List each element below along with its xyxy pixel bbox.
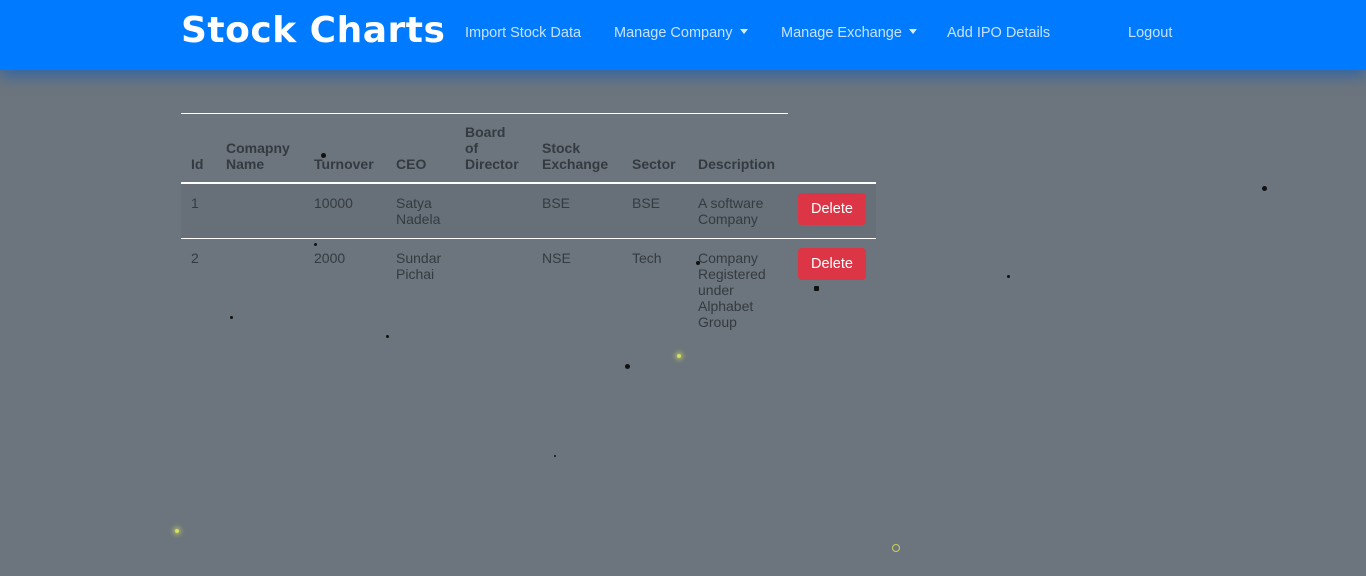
cell-turnover: 10000 xyxy=(304,182,386,239)
background-particle xyxy=(314,243,317,246)
nav-manage-company[interactable]: Manage Company xyxy=(614,24,748,42)
col-header-id: Id xyxy=(181,113,216,184)
cell-board xyxy=(455,182,532,239)
table-row: 1 10000 Satya Nadela BSE BSE A software … xyxy=(181,182,876,239)
cell-ceo: Sundar Pichai xyxy=(386,238,455,341)
delete-button[interactable]: Delete xyxy=(798,193,866,225)
cell-ceo: Satya Nadela xyxy=(386,182,455,239)
background-particle xyxy=(321,153,326,158)
nav-import-stock-data[interactable]: Import Stock Data xyxy=(465,24,581,42)
nav-manage-exchange[interactable]: Manage Exchange xyxy=(781,24,917,42)
col-header-action xyxy=(788,113,876,184)
col-header-company-name: Comapny Name xyxy=(216,113,304,184)
cell-company-name xyxy=(216,238,304,341)
background-particle xyxy=(1262,186,1267,191)
background-particle xyxy=(175,529,179,533)
cell-description: Company Registered under Alphabet Group xyxy=(688,238,788,341)
background-particle xyxy=(625,364,630,369)
cell-stock-exchange: BSE xyxy=(532,182,622,239)
nav-add-ipo-details[interactable]: Add IPO Details xyxy=(947,24,1050,42)
chevron-down-icon xyxy=(739,29,748,34)
col-header-stock-exchange: Stock Exchange xyxy=(532,113,622,184)
col-header-ceo: CEO xyxy=(386,113,455,184)
nav-manage-company-label: Manage Company xyxy=(614,25,733,41)
cell-sector: BSE xyxy=(622,182,688,239)
background-particle xyxy=(677,354,681,358)
chevron-down-icon xyxy=(908,29,917,34)
background-particle xyxy=(696,261,700,265)
company-table: Id Comapny Name Turnover CEO Board of Di… xyxy=(181,113,876,341)
background-particle xyxy=(892,544,900,552)
brand-logo[interactable]: Stock Charts xyxy=(181,9,445,53)
nav-logout[interactable]: Logout xyxy=(1128,24,1172,42)
cell-company-name xyxy=(216,182,304,239)
navbar: Stock Charts Import Stock Data Manage Co… xyxy=(0,0,1366,70)
background-particle xyxy=(230,316,233,319)
background-particle xyxy=(1007,275,1010,278)
cell-id: 2 xyxy=(181,238,216,341)
cell-sector: Tech xyxy=(622,238,688,341)
table-header-row: Id Comapny Name Turnover CEO Board of Di… xyxy=(181,113,876,184)
company-table-container: Id Comapny Name Turnover CEO Board of Di… xyxy=(181,113,876,341)
col-header-board-of-director: Board of Director xyxy=(455,113,532,184)
cell-stock-exchange: NSE xyxy=(532,238,622,341)
cell-description: A software Company xyxy=(688,182,788,239)
col-header-description: Description xyxy=(688,113,788,184)
delete-button[interactable]: Delete xyxy=(798,248,866,280)
col-header-turnover: Turnover xyxy=(304,113,386,184)
cell-action: Delete xyxy=(788,238,876,341)
background-particle xyxy=(814,286,819,291)
background-particle xyxy=(386,335,389,338)
cell-turnover: 2000 xyxy=(304,238,386,341)
cell-action: Delete xyxy=(788,182,876,239)
col-header-sector: Sector xyxy=(622,113,688,184)
background-particle xyxy=(554,455,556,457)
cell-board xyxy=(455,238,532,341)
nav-manage-exchange-label: Manage Exchange xyxy=(781,25,902,41)
cell-id: 1 xyxy=(181,182,216,239)
table-row: 2 2000 Sundar Pichai NSE Tech Company Re… xyxy=(181,238,876,341)
